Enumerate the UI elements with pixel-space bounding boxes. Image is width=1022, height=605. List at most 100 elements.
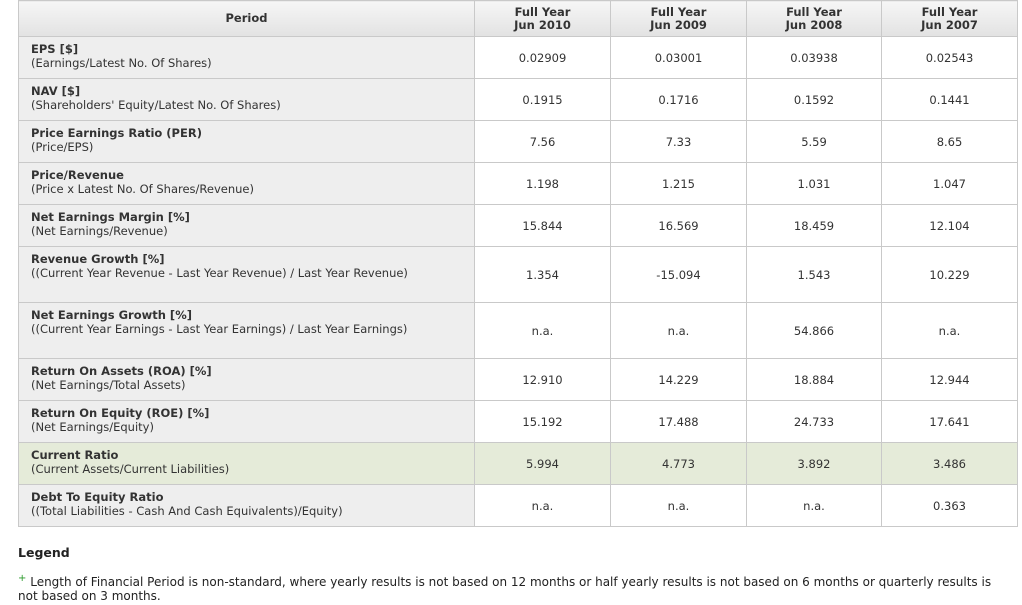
value-cell: 12.104 (881, 204, 1018, 247)
value-cell: 0.03938 (746, 36, 882, 79)
table-row: Debt To Equity Ratio ((Total Liabilities … (18, 484, 1018, 527)
column-header-line2: Jun 2007 (921, 17, 978, 32)
table-header-row: Period Full Year Jun 2010 Full Year Jun 20… (18, 0, 1018, 37)
row-title: EPS [$] (31, 42, 79, 56)
row-title: Return On Equity (ROE) [%] (31, 406, 210, 420)
legend-section: Legend + Length of Financial Period is n… (18, 545, 1013, 603)
legend-note-text: Length of Financial Period is non-standa… (18, 575, 992, 603)
value-cell: 5.994 (474, 442, 611, 485)
table-row: Net Earnings Margin [%] (Net Earnings/Rev… (18, 204, 1018, 247)
row-title: NAV [$] (31, 84, 81, 98)
value-cell: 0.1915 (474, 78, 611, 121)
value-cell: 1.543 (746, 246, 882, 303)
column-header-line2: Jun 2008 (785, 17, 843, 32)
column-header-line2: Jun 2010 (514, 17, 571, 32)
row-label: Net Earnings Growth [%] ((Current Year Ea… (18, 302, 475, 359)
row-label: Return On Assets (ROA) [%] (Net Earnings/… (18, 358, 475, 401)
value-cell: 0.02543 (881, 36, 1018, 79)
value-cell: 1.354 (474, 246, 611, 303)
legend-title: Legend (18, 545, 70, 560)
value-cell: 17.488 (610, 400, 747, 443)
value-cell: 12.944 (881, 358, 1018, 401)
row-label: Debt To Equity Ratio ((Total Liabilities … (18, 484, 475, 527)
row-description: (Earnings/Latest No. Of Shares) (31, 56, 212, 70)
value-cell: 15.192 (474, 400, 611, 443)
value-cell: 1.215 (610, 162, 747, 205)
table-row: Return On Equity (ROE) [%] (Net Earnings/… (18, 400, 1018, 443)
value-cell: 17.641 (881, 400, 1018, 443)
row-description: (Price x Latest No. Of Shares/Revenue) (31, 182, 254, 196)
value-cell: 18.884 (746, 358, 882, 401)
table-row: NAV [$] (Shareholders' Equity/Latest No. … (18, 78, 1018, 121)
value-cell: -15.094 (610, 246, 747, 303)
row-title: Price/Revenue (31, 168, 124, 182)
value-cell: 1.047 (881, 162, 1018, 205)
row-label: Net Earnings Margin [%] (Net Earnings/Rev… (18, 204, 475, 247)
row-description: (Net Earnings/Revenue) (31, 224, 168, 238)
table-row: Price Earnings Ratio (PER) (Price/EPS) 7.… (18, 120, 1018, 163)
column-header: Full Year Jun 2009 (610, 0, 747, 37)
value-cell: 0.1716 (610, 78, 747, 121)
row-description: (Current Assets/Current Liabilities) (31, 462, 230, 476)
column-header: Full Year Jun 2007 (881, 0, 1018, 37)
period-header-label: Period (225, 11, 268, 25)
row-description: (Net Earnings/Total Assets) (31, 378, 186, 392)
value-cell: 0.1441 (881, 78, 1018, 121)
value-cell: 3.892 (746, 442, 882, 485)
row-title: Price Earnings Ratio (PER) (31, 126, 202, 140)
column-header: Full Year Jun 2010 (474, 0, 611, 37)
row-title: Net Earnings Margin [%] (31, 210, 190, 224)
row-title: Current Ratio (31, 448, 119, 462)
value-cell: 15.844 (474, 204, 611, 247)
legend-note: + Length of Financial Period is non-stan… (18, 572, 1013, 603)
row-label: Current Ratio (Current Assets/Current Lia… (18, 442, 475, 485)
row-description: (Price/EPS) (31, 140, 94, 154)
value-cell: 24.733 (746, 400, 882, 443)
value-cell: 8.65 (881, 120, 1018, 163)
column-header: Full Year Jun 2008 (746, 0, 882, 37)
row-title: Debt To Equity Ratio (31, 490, 164, 504)
value-cell: n.a. (474, 484, 611, 527)
value-cell: 10.229 (881, 246, 1018, 303)
value-cell: 3.486 (881, 442, 1018, 485)
value-cell: 12.910 (474, 358, 611, 401)
row-title: Return On Assets (ROA) [%] (31, 364, 212, 378)
column-header-line1: Full Year (514, 4, 571, 19)
table-row-highlighted: Current Ratio (Current Assets/Current Lia… (18, 442, 1018, 485)
value-cell: n.a. (474, 302, 611, 359)
row-description: ((Total Liabilities - Cash And Cash Equi… (31, 504, 343, 518)
row-label: Return On Equity (ROE) [%] (Net Earnings/… (18, 400, 475, 443)
row-label: NAV [$] (Shareholders' Equity/Latest No. … (18, 78, 475, 121)
value-cell: 0.1592 (746, 78, 882, 121)
value-cell: n.a. (610, 484, 747, 527)
value-cell: 4.773 (610, 442, 747, 485)
row-label: Price Earnings Ratio (PER) (Price/EPS) (18, 120, 475, 163)
value-cell: n.a. (881, 302, 1018, 359)
value-cell: 0.363 (881, 484, 1018, 527)
table-row: EPS [$] (Earnings/Latest No. Of Shares) 0… (18, 36, 1018, 79)
value-cell: 7.56 (474, 120, 611, 163)
table-row: Revenue Growth [%] ((Current Year Revenue… (18, 246, 1018, 303)
value-cell: 1.198 (474, 162, 611, 205)
table-row: Net Earnings Growth [%] ((Current Year Ea… (18, 302, 1018, 359)
value-cell: 0.03001 (610, 36, 747, 79)
row-description: ((Current Year Earnings - Last Year Earn… (31, 322, 408, 336)
column-header-line1: Full Year (921, 4, 978, 19)
row-description: (Net Earnings/Equity) (31, 420, 154, 434)
value-cell: n.a. (610, 302, 747, 359)
row-label: Revenue Growth [%] ((Current Year Revenue… (18, 246, 475, 303)
value-cell: 5.59 (746, 120, 882, 163)
value-cell: 1.031 (746, 162, 882, 205)
value-cell: 18.459 (746, 204, 882, 247)
value-cell: n.a. (746, 484, 882, 527)
value-cell: 7.33 (610, 120, 747, 163)
financial-ratios-table: Period Full Year Jun 2010 Full Year Jun 20… (18, 0, 1018, 527)
plus-icon: + (18, 573, 27, 584)
column-header-line2: Jun 2009 (650, 17, 707, 32)
table-row: Price/Revenue (Price x Latest No. Of Shar… (18, 162, 1018, 205)
row-title: Revenue Growth [%] (31, 252, 165, 266)
column-header-line1: Full Year (786, 4, 842, 19)
row-label: EPS [$] (Earnings/Latest No. Of Shares) (18, 36, 475, 79)
value-cell: 14.229 (610, 358, 747, 401)
column-header-line1: Full Year (650, 4, 707, 19)
